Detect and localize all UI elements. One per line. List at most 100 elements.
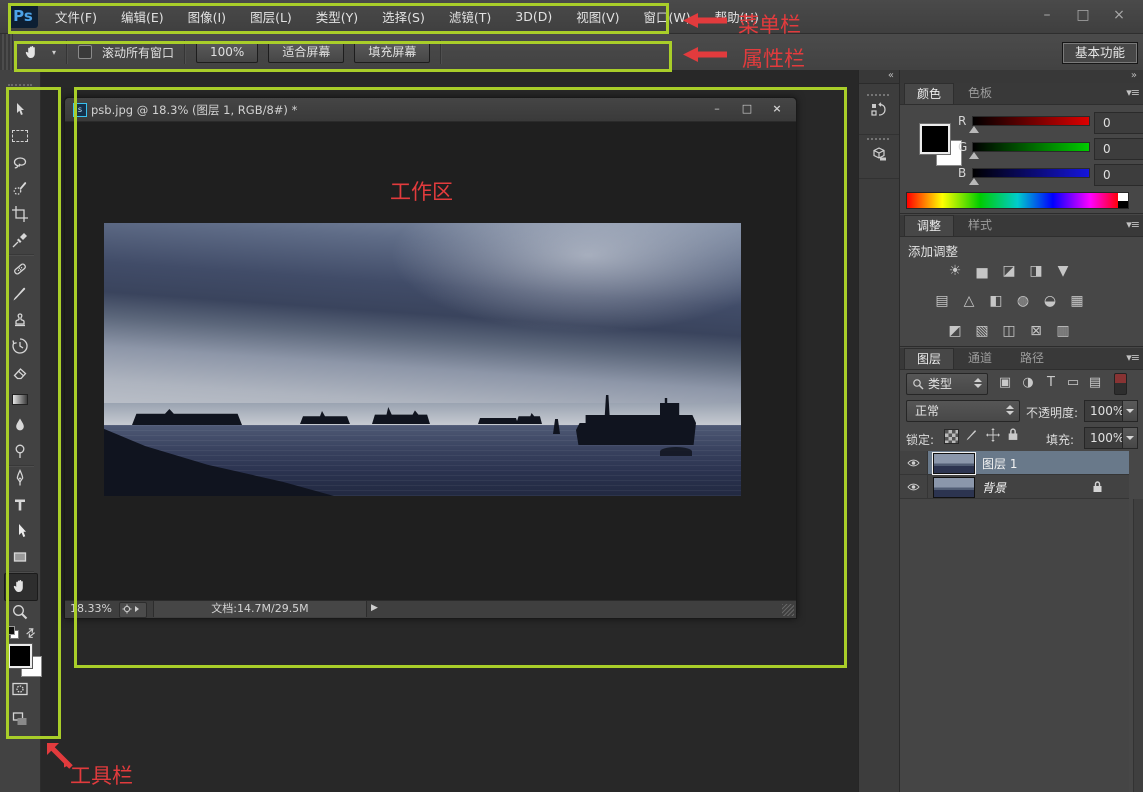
maximize-button[interactable]: □ bbox=[1065, 4, 1101, 26]
canvas-image[interactable] bbox=[104, 223, 741, 496]
quick-selection-tool[interactable] bbox=[11, 179, 29, 197]
expand-panels-icon[interactable]: » bbox=[1131, 70, 1137, 81]
clone-stamp-tool[interactable] bbox=[11, 311, 29, 329]
layer-row-background[interactable]: 背景 bbox=[900, 475, 1129, 499]
status-zoom-level[interactable]: 18.33% bbox=[70, 602, 112, 615]
document-minimize-button[interactable]: – bbox=[706, 101, 728, 117]
layer-filter-toggle[interactable] bbox=[1114, 373, 1127, 395]
exposure-icon[interactable]: ◨ bbox=[1025, 262, 1047, 280]
levels-icon[interactable]: ▅ bbox=[971, 262, 993, 280]
menu-3d[interactable]: 3D(D) bbox=[515, 9, 552, 24]
layers-panel-menu-icon[interactable]: ▾≡ bbox=[1126, 351, 1139, 364]
rectangle-shape-tool[interactable] bbox=[11, 548, 29, 566]
menu-select[interactable]: 选择(S) bbox=[382, 7, 425, 26]
lock-all-icon[interactable] bbox=[1007, 427, 1019, 444]
vibrance-icon[interactable]: ▼ bbox=[1052, 262, 1074, 280]
posterize-icon[interactable]: ▧ bbox=[971, 322, 993, 340]
hue-saturation-icon[interactable]: ▤ bbox=[931, 292, 953, 310]
opacity-combo[interactable]: 100% bbox=[1084, 400, 1138, 422]
minimize-button[interactable]: – bbox=[1029, 4, 1065, 26]
tab-layers[interactable]: 图层 bbox=[904, 348, 954, 369]
menu-edit[interactable]: 编辑(E) bbox=[121, 7, 164, 26]
channel-r-value[interactable]: 0 bbox=[1094, 112, 1143, 134]
filter-type-layers-icon[interactable]: T bbox=[1042, 374, 1060, 392]
spectrum-white-swatch[interactable] bbox=[1118, 193, 1128, 201]
background-thumbnail[interactable] bbox=[933, 477, 975, 498]
spectrum-black-swatch[interactable] bbox=[1118, 201, 1128, 208]
document-close-button[interactable]: × bbox=[766, 101, 788, 117]
eraser-tool[interactable] bbox=[11, 364, 29, 382]
eyedropper-tool[interactable] bbox=[11, 231, 29, 249]
filter-smart-objects-icon[interactable]: ▤ bbox=[1086, 374, 1104, 392]
status-adobe-drive-icon[interactable] bbox=[119, 602, 147, 618]
tab-styles[interactable]: 样式 bbox=[956, 215, 1004, 235]
move-tool[interactable] bbox=[11, 101, 29, 119]
gradient-tool[interactable] bbox=[11, 390, 29, 408]
layer1-name[interactable]: 图层 1 bbox=[982, 455, 1017, 472]
zoom-100-button[interactable]: 100% bbox=[196, 41, 258, 63]
tab-color[interactable]: 颜色 bbox=[904, 83, 954, 104]
selective-color-icon[interactable]: ⊠ bbox=[1025, 322, 1047, 340]
tool-preset-dropdown-icon[interactable]: ▾ bbox=[52, 48, 56, 57]
zoom-tool[interactable] bbox=[11, 603, 29, 621]
pen-tool[interactable] bbox=[11, 469, 29, 487]
threshold-icon[interactable]: ◫ bbox=[998, 322, 1020, 340]
hand-tool[interactable] bbox=[11, 577, 29, 595]
lock-transparency-icon[interactable] bbox=[944, 429, 959, 444]
menu-view[interactable]: 视图(V) bbox=[576, 7, 619, 26]
channel-g-slider[interactable] bbox=[972, 142, 1090, 152]
history-panel-button[interactable] bbox=[859, 90, 899, 135]
fill-screen-button[interactable]: 填充屏幕 bbox=[354, 41, 430, 63]
channel-r-thumb[interactable] bbox=[969, 126, 979, 133]
collapse-panels-icon[interactable]: « bbox=[888, 70, 894, 81]
layer-filter-type-dropdown[interactable]: 类型 bbox=[906, 373, 988, 395]
brush-tool[interactable] bbox=[11, 285, 29, 303]
status-document-sizes[interactable]: 文档:14.7M/29.5M bbox=[153, 601, 367, 617]
close-button[interactable]: × bbox=[1101, 4, 1137, 26]
history-brush-tool[interactable] bbox=[11, 337, 29, 355]
tab-channels[interactable]: 通道 bbox=[956, 348, 1004, 368]
layer-row-layer1[interactable]: 图层 1 bbox=[900, 451, 1129, 475]
menu-layer[interactable]: 图层(L) bbox=[250, 7, 292, 26]
crop-tool[interactable] bbox=[11, 205, 29, 223]
lasso-tool[interactable] bbox=[11, 153, 29, 171]
background-name[interactable]: 背景 bbox=[982, 479, 1006, 496]
tab-adjustments[interactable]: 调整 bbox=[904, 215, 954, 236]
color-spectrum-ramp[interactable] bbox=[906, 192, 1129, 209]
color-foreground-swatch[interactable] bbox=[920, 124, 950, 154]
invert-icon[interactable]: ◩ bbox=[944, 322, 966, 340]
quick-mask-mode-icon[interactable] bbox=[11, 680, 29, 698]
blend-mode-select[interactable]: 正常 bbox=[906, 400, 1020, 422]
color-panel-menu-icon[interactable]: ▾≡ bbox=[1126, 86, 1139, 99]
filter-shape-layers-icon[interactable]: ▭ bbox=[1064, 374, 1082, 392]
layer1-visibility-toggle[interactable] bbox=[900, 451, 928, 474]
screen-mode-icon[interactable] bbox=[11, 710, 29, 728]
filter-pixel-layers-icon[interactable]: ▣ bbox=[996, 374, 1014, 392]
menu-file[interactable]: 文件(F) bbox=[55, 7, 97, 26]
3d-panel-button[interactable] bbox=[859, 134, 899, 179]
channel-b-thumb[interactable] bbox=[969, 178, 979, 185]
type-tool[interactable] bbox=[11, 496, 29, 514]
adjustments-panel-menu-icon[interactable]: ▾≡ bbox=[1126, 218, 1139, 231]
lock-paint-icon[interactable] bbox=[964, 427, 980, 446]
brightness-contrast-icon[interactable]: ☀ bbox=[944, 262, 966, 280]
color-balance-icon[interactable]: △ bbox=[958, 292, 980, 310]
document-maximize-button[interactable]: □ bbox=[736, 101, 758, 117]
channel-mixer-icon[interactable]: ◒ bbox=[1039, 292, 1061, 310]
spot-healing-brush-tool[interactable] bbox=[11, 259, 29, 277]
opacity-dropdown-icon[interactable] bbox=[1122, 401, 1137, 421]
hand-tool-icon[interactable] bbox=[22, 43, 42, 61]
layers-scrollbar[interactable] bbox=[1133, 499, 1143, 792]
menu-type[interactable]: 类型(Y) bbox=[316, 7, 358, 26]
channel-b-slider[interactable] bbox=[972, 168, 1090, 178]
curves-icon[interactable]: ◪ bbox=[998, 262, 1020, 280]
menu-image[interactable]: 图像(I) bbox=[188, 7, 226, 26]
foreground-color-swatch[interactable] bbox=[8, 644, 32, 668]
filter-adjustment-layers-icon[interactable]: ◑ bbox=[1019, 374, 1037, 392]
swap-colors-icon[interactable] bbox=[24, 626, 38, 643]
fit-screen-button[interactable]: 适合屏幕 bbox=[268, 41, 344, 63]
fill-dropdown-icon[interactable] bbox=[1122, 428, 1137, 448]
status-popup-arrow-icon[interactable]: ▶ bbox=[371, 603, 378, 613]
color-lookup-icon[interactable]: ▦ bbox=[1066, 292, 1088, 310]
blur-tool[interactable] bbox=[11, 416, 29, 434]
